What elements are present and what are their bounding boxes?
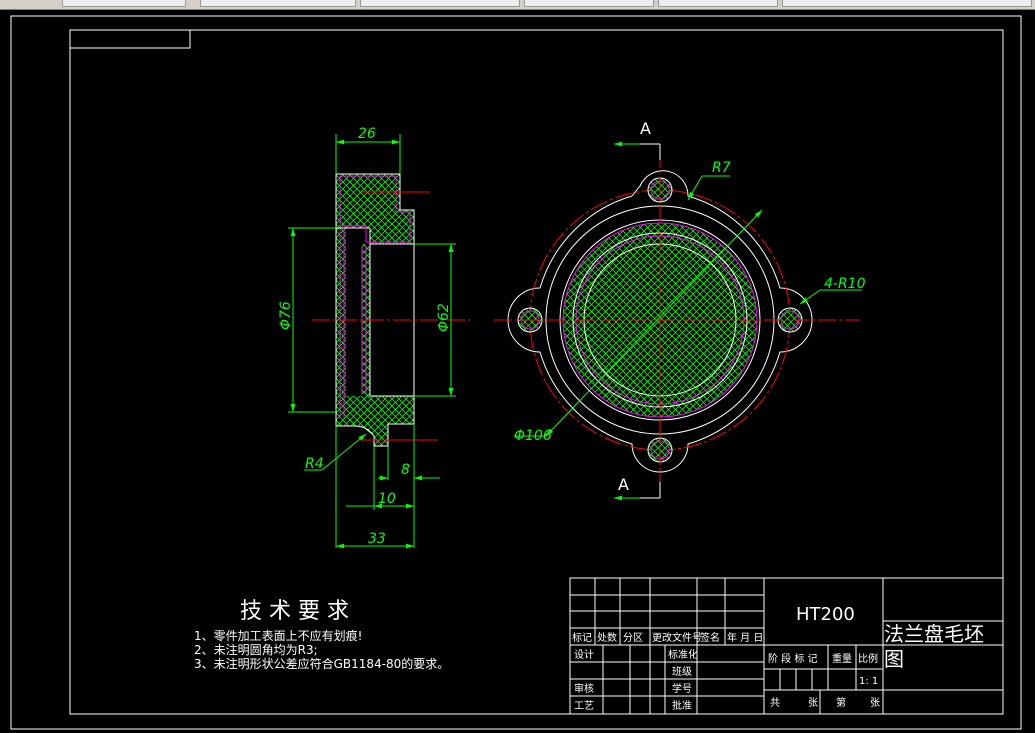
scale-value: 1: 1 [859,676,878,687]
sheet-border [10,15,1022,730]
dim-dia-106: Φ106 [514,428,552,444]
stage-labels: 阶 段 标 记 [768,652,818,665]
row-class: 班级 [672,666,692,678]
dim-b-8: 8 [401,462,410,478]
dim-dia-62: Φ62 [436,303,452,332]
hdr-count: 处数 [597,631,617,644]
row-standard: 标准化 [668,648,698,661]
dim-width-33: 33 [368,531,386,547]
section-view: 26 Φ76 Φ62 R4 8 10 33 [278,126,470,549]
hdr-doc-no: 更改文件号 [652,631,702,644]
part-name-line1: 法兰盘毛坯 [884,622,984,646]
hdr-date: 年 月 日 [727,631,763,644]
sheet-no: 第 [836,696,846,709]
weight-label: 重量 [832,652,852,665]
row-review: 审核 [574,682,594,695]
tech-req-item: 1、零件加工表面上不应有划痕! [194,628,362,643]
technical-requirements: 技 术 要 求 1、零件加工表面上不应有划痕! 2、未注明圆角均为R3; 3、未… [194,599,449,671]
part-name-line2: 图 [884,647,904,671]
code-box [69,29,191,49]
tech-req-item: 3、未注明形状公差应符合GB1184-80的要求。 [194,656,449,671]
row-design: 设计 [574,648,594,661]
section-mark-top: A [640,119,651,138]
dim-width-10: 10 [378,491,396,507]
tech-req-title: 技 术 要 求 [240,599,349,624]
drawing-canvas: 26 Φ76 Φ62 R4 8 10 33 A A R7 4-R10 Φ106 … [10,15,1022,730]
hdr-sign: 签名 [700,631,720,644]
material: HT200 [796,604,855,625]
dim-r7: R7 [712,160,731,176]
sheet-unit2: 张 [870,697,880,709]
sheet-unit1: 张 [808,697,818,709]
front-view: A A R7 4-R10 Φ106 [494,119,866,501]
dim-width-26: 26 [358,126,376,142]
tech-req-item: 2、未注明圆角均为R3; [194,642,318,657]
section-mark-bottom: A [618,475,629,494]
scale-label: 比例 [858,652,878,665]
hdr-mark: 标记 [572,632,592,644]
title-block: HT200 法兰盘毛坯 图 标记 处数 分区 更改文件号 签名 年 月 日 设计… [569,577,1004,715]
drawing-frame [69,29,1004,715]
dim-r4: R4 [305,456,324,472]
hdr-zone: 分区 [623,632,643,644]
row-process: 工艺 [574,700,594,712]
dim-dia-76: Φ76 [278,301,294,330]
dim-r10: 4-R10 [824,276,866,292]
row-approve: 批准 [672,699,692,712]
sheet-total: 共 [770,697,780,709]
row-student-no: 学号 [672,682,692,695]
